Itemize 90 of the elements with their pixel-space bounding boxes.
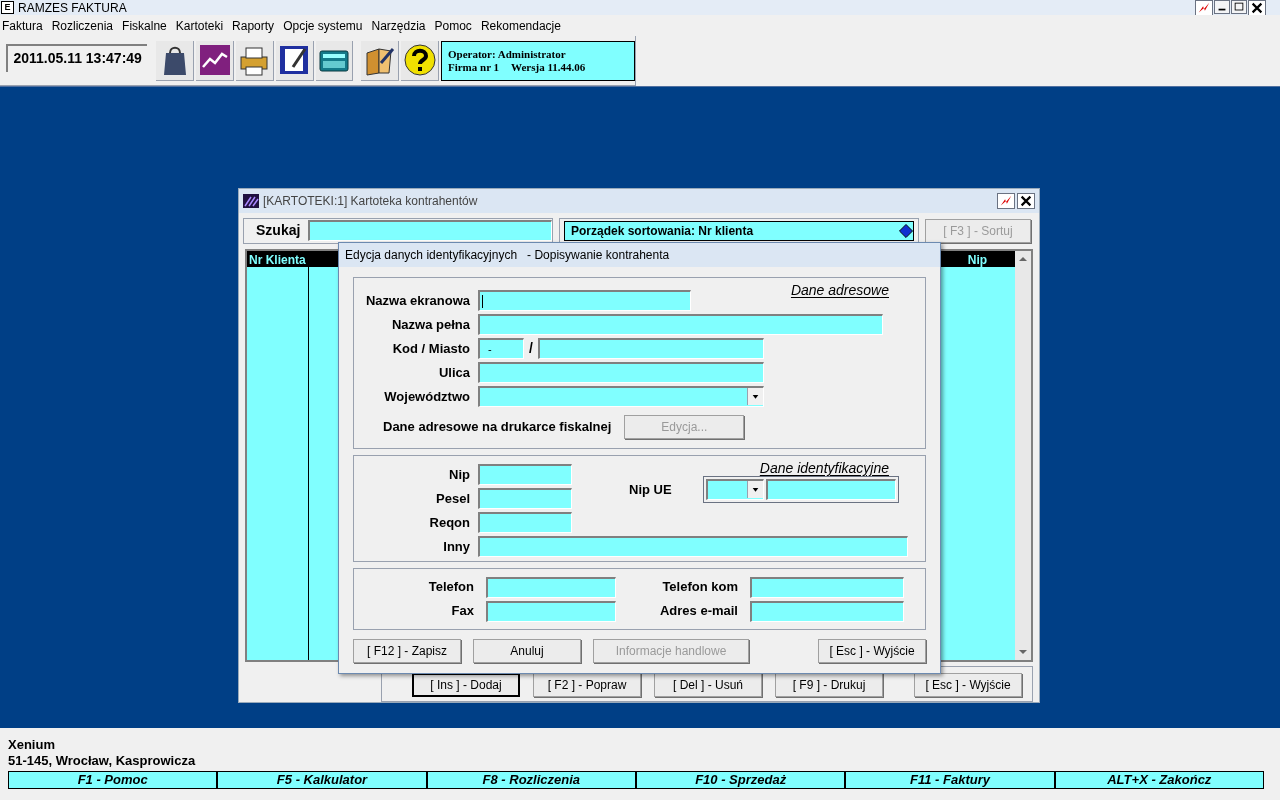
field-label: Inny <box>442 537 471 556</box>
document-pen-icon[interactable] <box>275 40 314 81</box>
action-button[interactable]: [ F2 ] - Popraw <box>533 672 641 697</box>
firm-text: Firma nr 1 <box>447 60 500 74</box>
function-key-button[interactable]: F5 - Kalkulator <box>217 771 427 789</box>
menu-item[interactable]: Kartoteki <box>171 16 228 35</box>
menu-item[interactable]: Faktura <box>2 16 47 35</box>
field-label: Nazwa pełna <box>390 315 471 334</box>
search-label: Szukaj <box>256 221 301 241</box>
lightning-icon[interactable] <box>1195 0 1213 16</box>
minimize-icon[interactable] <box>1214 0 1230 14</box>
help-icon[interactable] <box>401 40 439 81</box>
field-label: Pesel <box>435 489 471 508</box>
column-header: Nr Klienta <box>247 250 308 267</box>
separator-text: / <box>528 339 534 358</box>
maximize-icon[interactable] <box>1231 0 1247 14</box>
postal-code-field[interactable]: - <box>478 338 524 359</box>
function-key-button[interactable]: F1 - Pomoc <box>8 771 218 789</box>
field-label: Kod / Miasto <box>391 339 471 358</box>
action-button[interactable]: [ Ins ] - Dodaj <box>412 672 520 697</box>
input-field[interactable] <box>478 314 883 335</box>
operator-text: Operator: Administrator <box>447 47 567 61</box>
input-field[interactable] <box>750 576 904 598</box>
function-key-button[interactable]: F11 - Faktury <box>845 771 1055 789</box>
dialog-button[interactable]: [ Esc ] - Wyjście <box>818 639 926 663</box>
book-pen-icon[interactable] <box>361 40 400 81</box>
close-icon[interactable] <box>1017 192 1035 209</box>
menu-item[interactable]: Raporty <box>228 16 279 35</box>
input-field[interactable] <box>478 464 572 485</box>
window-title: [KARTOTEKI:1] Kartoteka kontrahentów <box>263 192 478 210</box>
diamond-icon <box>899 223 913 238</box>
country-dropdown[interactable] <box>706 479 764 500</box>
function-key-button[interactable]: F10 - Sprzedaż <box>636 771 846 789</box>
field-label: Województwo <box>383 387 471 406</box>
fiscal-address-label: Dane adresowe na drukarce fiskalnej <box>383 418 612 437</box>
version-text: Wersja 11.44.06 <box>511 60 586 74</box>
eu-vat-field[interactable] <box>766 479 896 500</box>
input-field[interactable] <box>478 362 764 383</box>
datetime-display: 2011.05.11 13:47:49 <box>6 43 148 72</box>
action-button[interactable]: [ F9 ] - Drukuj <box>775 672 883 697</box>
field-value: - <box>487 341 492 357</box>
menu-item[interactable]: Rozliczenia <box>47 16 118 35</box>
menu-item[interactable]: Fiskalne <box>118 16 171 35</box>
menu-item[interactable]: Rekomendacje <box>476 16 565 35</box>
function-key-button[interactable]: ALT+X - Zakończ <box>1054 771 1264 789</box>
field-label: Ulica <box>437 363 471 382</box>
chart-icon[interactable] <box>196 40 234 81</box>
field-label: Telefon kom <box>661 578 739 597</box>
printer-icon[interactable] <box>235 40 274 81</box>
app-logo-icon <box>243 193 259 208</box>
window-title: RAMZES FAKTURA <box>18 0 127 15</box>
input-field[interactable] <box>750 600 904 622</box>
field-label: Fax <box>450 602 475 621</box>
input-field[interactable] <box>478 512 572 533</box>
column-header: Nip <box>940 250 1015 267</box>
lightning-icon[interactable] <box>997 192 1015 209</box>
field-label: Reqon <box>428 513 471 532</box>
section-legend: Dane identyfikacyjne <box>755 460 893 476</box>
search-field[interactable] <box>308 220 552 242</box>
close-icon[interactable] <box>1248 0 1266 16</box>
menu-item[interactable]: Pomoc <box>430 16 476 35</box>
menu-item[interactable]: Opcje systemu <box>279 16 367 35</box>
scrollbar[interactable] <box>1015 250 1031 661</box>
section-legend: Dane adresowe <box>786 282 893 298</box>
input-field[interactable] <box>486 576 616 598</box>
function-key-button[interactable]: F8 - Rozliczenia <box>426 771 636 789</box>
input-field[interactable] <box>486 600 616 622</box>
text-cursor <box>482 294 483 308</box>
app-icon: E <box>1 1 14 14</box>
field-label: Telefon <box>427 578 475 597</box>
input-field[interactable] <box>478 488 572 509</box>
dropdown-field[interactable] <box>478 386 764 407</box>
sort-order-dropdown[interactable]: Porządek sortowania: Nr klienta <box>564 220 914 241</box>
action-button[interactable]: [ Del ] - Usuń <box>654 672 762 697</box>
dialog-button[interactable]: [ F12 ] - Zapisz <box>353 639 461 663</box>
field-label: Nip <box>448 465 471 484</box>
city-field[interactable] <box>537 338 764 359</box>
company-address: 51-145, Wrocław, Kasprowicza <box>8 753 197 769</box>
field-label: Nazwa ekranowa <box>364 291 471 310</box>
field-label: Adres e-mail <box>658 602 739 621</box>
menu-item[interactable]: Narzędzia <box>367 16 430 35</box>
input-field[interactable] <box>478 536 908 557</box>
calculator-icon[interactable] <box>315 40 354 81</box>
action-button[interactable]: [ Esc ] - Wyjście <box>914 672 1022 697</box>
dialog-button[interactable]: Anuluj <box>473 639 581 663</box>
dialog-title: Edycja danych identyfikacyjnych - Dopisywanie kontrahenta <box>345 247 670 264</box>
company-name: Xenium <box>8 737 56 753</box>
shopping-bag-icon[interactable] <box>156 40 195 81</box>
input-field[interactable] <box>478 290 691 311</box>
field-label: Nip UE <box>629 480 673 499</box>
